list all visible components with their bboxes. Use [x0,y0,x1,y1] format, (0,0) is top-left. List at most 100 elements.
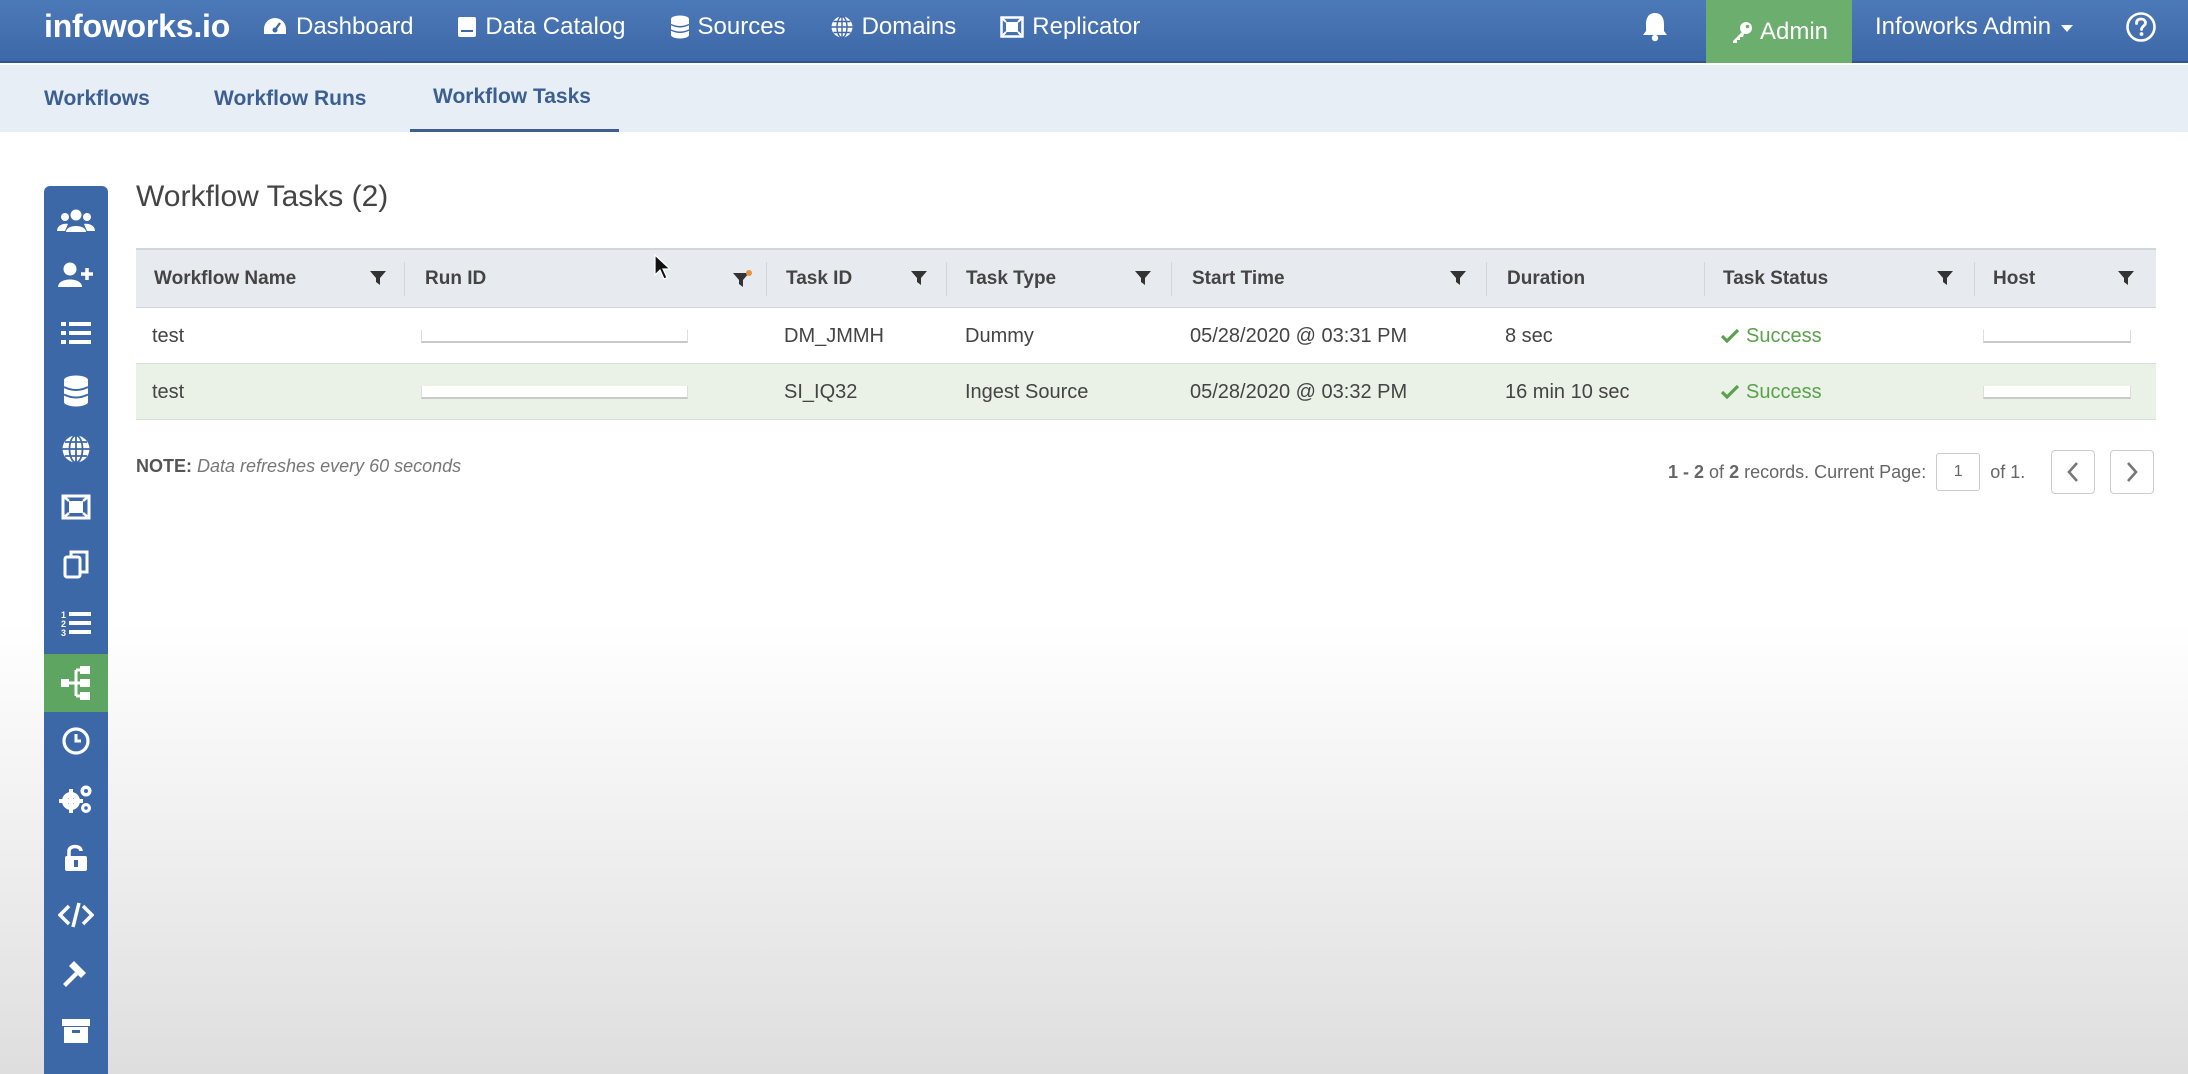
cell-task-type: Dummy [965,324,1034,347]
nav-dashboard-label: Dashboard [296,13,414,40]
pager-records-text: records. Current Page: [1744,461,1927,482]
clock-icon [62,727,90,755]
column-divider [1486,262,1487,296]
filter-icon[interactable] [911,270,927,286]
tab-workflows[interactable]: Workflows [44,65,150,132]
rail-add-user[interactable] [44,248,108,302]
col-host[interactable]: Host [1993,250,2035,308]
refresh-note: NOTE: Data refreshes every 60 seconds [136,456,461,477]
nav-replicator-label: Replicator [1032,13,1141,40]
filter-icon[interactable] [1450,270,1466,286]
redacted-run-id [421,330,688,343]
database-icon [63,375,89,407]
filter-icon[interactable] [370,270,386,286]
filter-icon[interactable] [2118,270,2134,286]
col-start-time[interactable]: Start Time [1192,250,1285,308]
col-task-status[interactable]: Task Status [1723,250,1828,308]
rail-copy[interactable] [44,538,108,592]
col-duration[interactable]: Duration [1507,250,1585,308]
nav-data-catalog[interactable]: Data Catalog [457,13,626,41]
check-icon [1720,328,1740,344]
filter-active-icon[interactable] [733,270,753,288]
column-divider [946,262,947,296]
replicator-icon [61,494,91,520]
filter-icon[interactable] [1937,270,1953,286]
nav-sources[interactable]: Sources [670,13,786,41]
prev-page-button[interactable] [2051,450,2095,494]
rail-archive[interactable] [44,1004,108,1058]
main-nav: Dashboard Data Catalog Sources Domains R… [262,0,1184,54]
filter-icon[interactable] [1135,270,1151,286]
rail-hammer[interactable] [44,946,108,1000]
page-title: Workflow Tasks (2) [136,180,389,213]
add-user-icon [58,262,93,287]
note-label: NOTE: [136,456,192,476]
grid-header: Workflow Name Run ID Task ID Task Type S… [136,248,2156,308]
page-number-input[interactable]: 1 [1936,453,1981,491]
sub-tab-bar: Workflows Workflow Runs Workflow Tasks [0,65,2188,132]
cell-start-time: 05/28/2020 @ 03:32 PM [1190,380,1408,403]
chevron-right-icon [2127,462,2138,482]
cell-duration: 16 min 10 sec [1505,380,1630,403]
side-icon-rail: 123 [44,186,108,1074]
archive-icon [62,1019,90,1043]
admin-button[interactable]: Admin [1706,0,1852,63]
col-run-id[interactable]: Run ID [425,250,486,308]
rail-database[interactable] [44,364,108,418]
ordered-list-icon: 123 [61,610,91,637]
pager-of: of [1709,461,1725,482]
user-menu[interactable]: Infoworks Admin [1875,0,2074,54]
redacted-host [1983,330,2131,343]
rail-replicator[interactable] [44,480,108,534]
rail-globe[interactable] [44,422,108,476]
mouse-cursor-icon [654,254,672,280]
brand-logo[interactable]: infoworks.io [44,8,230,45]
nav-replicator[interactable]: Replicator [1000,13,1140,41]
column-divider [1171,262,1172,296]
rail-cogs[interactable] [44,772,108,826]
top-navbar: infoworks.io Dashboard Data Catalog Sour… [0,0,2188,63]
globe-icon [62,434,90,464]
rail-unlock[interactable] [44,830,108,884]
pager-range: 1 - 2 [1668,461,1705,482]
cell-workflow-name: test [152,324,185,347]
table-row[interactable]: test SI_IQ32 Ingest Source 05/28/2020 @ … [136,364,2156,420]
nav-domains-label: Domains [861,13,957,40]
chevron-down-icon [2061,25,2074,32]
rail-workflow[interactable] [44,654,108,712]
nav-dashboard[interactable]: Dashboard [262,13,413,41]
column-divider [404,262,405,296]
nav-data-catalog-label: Data Catalog [485,13,626,40]
chevron-left-icon [2067,462,2078,482]
tab-workflow-runs[interactable]: Workflow Runs [214,65,366,132]
col-task-id[interactable]: Task ID [786,250,852,308]
cell-start-time: 05/28/2020 @ 03:31 PM [1190,324,1408,347]
rail-code[interactable] [44,888,108,942]
catalog-icon [458,17,477,37]
rail-list[interactable] [44,306,108,360]
code-icon [58,902,94,928]
cell-workflow-name: test [152,380,185,403]
col-task-type[interactable]: Task Type [966,250,1056,308]
rail-ordered-list[interactable]: 123 [44,596,108,650]
cell-task-id: SI_IQ32 [784,380,858,403]
rail-clock[interactable] [44,714,108,768]
redacted-host [1983,386,2131,399]
cell-task-status: Success [1720,364,1822,420]
col-workflow-name[interactable]: Workflow Name [154,250,296,308]
next-page-button[interactable] [2110,450,2154,494]
check-icon [1720,384,1740,400]
notifications-bell-icon[interactable] [1640,10,1670,47]
pager-of-pages: of 1. [1990,461,2026,482]
table-row[interactable]: test DM_JMMH Dummy 05/28/2020 @ 03:31 PM… [136,308,2156,364]
nav-domains[interactable]: Domains [830,13,957,41]
unlock-icon [65,844,87,871]
rail-users[interactable] [44,194,108,248]
dashboard-icon [264,18,286,34]
redacted-run-id [421,386,688,399]
cell-task-type: Ingest Source [965,380,1089,403]
column-divider [1704,262,1705,296]
help-icon[interactable] [2125,11,2157,48]
list-icon [61,322,91,344]
tab-workflow-tasks[interactable]: Workflow Tasks [410,65,619,132]
